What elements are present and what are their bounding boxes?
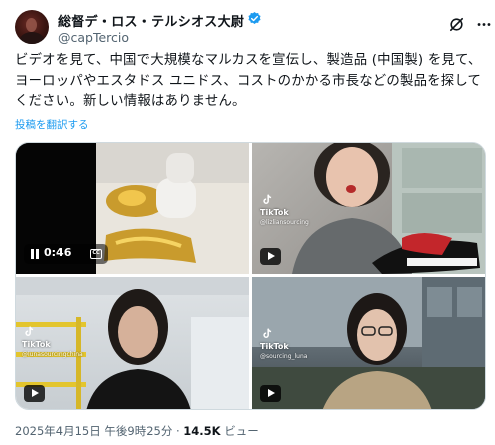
tiktok-username: @sourcing_luna	[260, 353, 308, 360]
video-tile-1[interactable]: 0:46 CC	[16, 143, 249, 274]
tiktok-username: @lizliansourcing	[260, 219, 309, 226]
views-label: ビュー	[224, 424, 259, 438]
tiktok-label: TikTok	[260, 208, 289, 217]
video-tile-4[interactable]: TikTok @sourcing_luna	[252, 277, 485, 409]
play-icon[interactable]	[260, 248, 281, 265]
tiktok-icon	[263, 328, 272, 338]
grok-icon[interactable]	[448, 16, 465, 33]
cc-icon[interactable]: CC	[90, 249, 102, 259]
tweet-text: ビデオを見て、中国で大規模なマルカスを宣伝し、製造品 (中国製) を見て、ヨーロ…	[15, 53, 482, 109]
play-icon[interactable]	[24, 385, 45, 402]
tiktok-label: TikTok	[22, 340, 51, 349]
avatar-shoulders	[20, 32, 44, 44]
pause-icon[interactable]	[31, 249, 39, 259]
post-date[interactable]: 2025年4月15日 午後9時25分	[15, 424, 172, 438]
avatar-face	[26, 18, 37, 32]
media-grid: 0:46 CC TikTok @lizliansourcing TikTok @…	[15, 142, 486, 410]
tiktok-label: TikTok	[260, 342, 289, 351]
play-icon[interactable]	[260, 385, 281, 402]
tiktok-watermark: TikTok @sourcing_luna	[260, 327, 307, 360]
meta-separator: ·	[175, 424, 180, 438]
avatar[interactable]	[15, 10, 49, 44]
video-time: 0:46	[44, 246, 72, 259]
verified-badge-icon	[248, 11, 261, 24]
video-tile-3[interactable]: TikTok @lunasourcingchina	[16, 277, 249, 409]
translate-post-link[interactable]: 投稿を翻訳する	[15, 117, 89, 132]
author-handle[interactable]: @capTercio	[58, 30, 129, 45]
views-count[interactable]: 14.5K	[183, 424, 220, 438]
author-display-name[interactable]: 総督デ・ロス・テルシオス大尉	[58, 11, 244, 30]
tweet-header: 総督デ・ロス・テルシオス大尉 @capTercio	[15, 8, 491, 45]
tiktok-username: @lunasourcingchina	[22, 351, 83, 358]
more-icon[interactable]	[475, 16, 493, 33]
video-control-bar[interactable]: 0:46 CC	[24, 244, 108, 264]
video-tile-2[interactable]: TikTok @lizliansourcing	[252, 143, 485, 274]
tiktok-icon	[263, 194, 272, 204]
tiktok-watermark: TikTok @lunasourcingchina	[22, 325, 83, 358]
tweet-meta: 2025年4月15日 午後9時25分 · 14.5K ビュー	[15, 423, 259, 439]
tiktok-watermark: TikTok @lizliansourcing	[260, 193, 309, 226]
tiktok-icon	[25, 326, 34, 336]
